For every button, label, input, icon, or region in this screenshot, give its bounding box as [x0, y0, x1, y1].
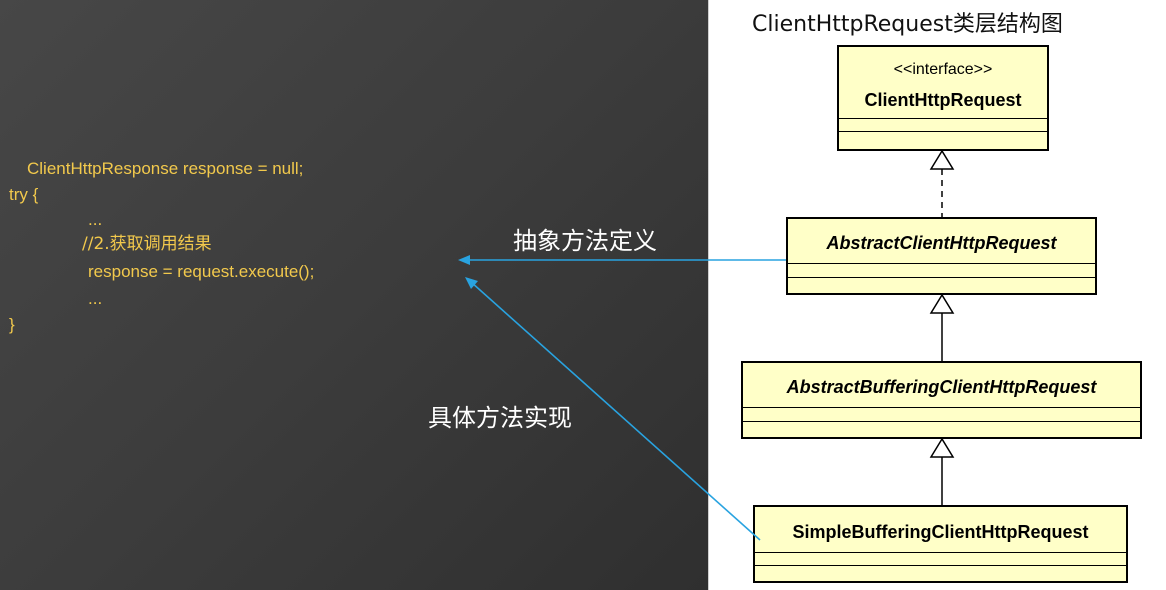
connector-layer: [458, 149, 955, 541]
generalization-arrowhead-2: [929, 437, 955, 458]
abstract-definition-arrowhead: [458, 255, 470, 265]
generalization-arrowhead-1: [929, 293, 955, 314]
concrete-implementation-arrow: [470, 281, 761, 541]
realization-arrowhead: [929, 149, 955, 170]
